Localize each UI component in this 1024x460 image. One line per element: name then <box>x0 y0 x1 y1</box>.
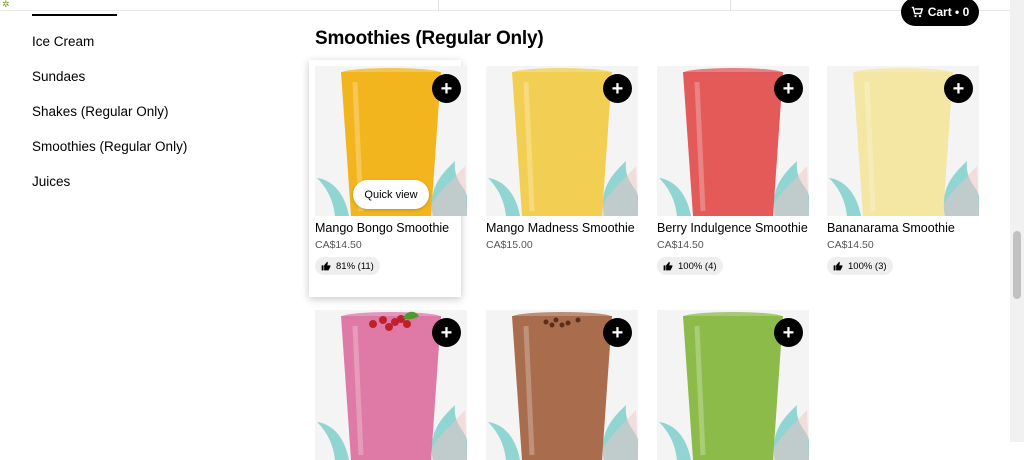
product-image[interactable]: + <box>657 310 809 460</box>
page-scrollbar[interactable] <box>1010 0 1024 442</box>
product-card-berry-smoothie[interactable]: + <box>315 310 467 460</box>
product-card-mango-madness[interactable]: + Mango Madness Smoothie CA$15.00 <box>486 66 638 251</box>
add-to-cart-button[interactable]: + <box>774 74 803 103</box>
add-to-cart-button[interactable]: + <box>774 318 803 347</box>
product-price: CA$14.50 <box>827 239 874 251</box>
product-image[interactable]: + <box>827 66 979 216</box>
product-name: Mango Bongo Smoothie <box>315 221 450 235</box>
rating-badge: 81% (11) <box>315 257 380 275</box>
nav-divider <box>730 0 731 11</box>
product-card-mango-bongo[interactable]: + Quick view Mango Bongo Smoothie CA$14.… <box>309 60 467 297</box>
cart-label: Cart • 0 <box>927 5 970 19</box>
add-to-cart-button[interactable]: + <box>432 74 461 103</box>
thumbs-up-icon <box>321 261 331 271</box>
sidebar-item-juices[interactable]: Juices <box>32 167 187 202</box>
nav-divider <box>438 0 439 11</box>
sidebar-active-underline <box>32 14 117 16</box>
rating-text: 81% (11) <box>336 260 374 272</box>
product-name: Bananarama Smoothie <box>827 221 955 235</box>
rating-badge: 100% (4) <box>657 257 723 275</box>
add-to-cart-button[interactable]: + <box>603 318 632 347</box>
add-to-cart-button[interactable]: + <box>603 74 632 103</box>
rating-badge: 100% (3) <box>827 257 893 275</box>
logo-icon: ✲ <box>2 0 10 9</box>
add-to-cart-button[interactable]: + <box>944 74 973 103</box>
product-image[interactable]: + <box>657 66 809 216</box>
product-card-bananarama[interactable]: + Bananarama Smoothie CA$14.50 100% (3) <box>827 66 979 276</box>
product-card-berry-indulgence[interactable]: + Berry Indulgence Smoothie CA$14.50 100… <box>657 66 809 276</box>
thumbs-up-icon <box>833 261 843 271</box>
product-card-chocolate-smoothie[interactable]: + <box>486 310 638 460</box>
top-nav-bar: ✲ <box>0 0 1010 11</box>
sidebar-item-ice-cream[interactable]: Ice Cream <box>32 27 187 62</box>
sidebar-item-sundaes[interactable]: Sundaes <box>32 62 187 97</box>
rating-text: 100% (3) <box>848 260 887 272</box>
cart-button[interactable]: Cart • 0 <box>901 0 979 26</box>
section-title: Smoothies (Regular Only) <box>315 28 544 49</box>
product-price: CA$14.50 <box>657 239 704 251</box>
add-to-cart-button[interactable]: + <box>432 318 461 347</box>
thumbs-up-icon <box>663 261 673 271</box>
rating-text: 100% (4) <box>678 260 717 272</box>
product-image[interactable]: + Quick view <box>315 66 467 216</box>
product-image[interactable]: + <box>315 310 467 460</box>
product-name: Berry Indulgence Smoothie <box>657 221 808 235</box>
product-price: CA$15.00 <box>486 239 533 251</box>
product-card-green-smoothie[interactable]: + <box>657 310 809 460</box>
product-image[interactable]: + <box>486 310 638 460</box>
cart-icon <box>911 6 923 18</box>
product-price: CA$14.50 <box>315 239 362 251</box>
product-image[interactable]: + <box>486 66 638 216</box>
sidebar-item-smoothies[interactable]: Smoothies (Regular Only) <box>32 132 187 167</box>
product-name: Mango Madness Smoothie <box>486 221 635 235</box>
scrollbar-thumb[interactable] <box>1013 231 1021 299</box>
sidebar-item-shakes[interactable]: Shakes (Regular Only) <box>32 97 187 132</box>
quick-view-button[interactable]: Quick view <box>353 180 429 209</box>
category-sidebar: Ice Cream Sundaes Shakes (Regular Only) … <box>32 27 187 202</box>
